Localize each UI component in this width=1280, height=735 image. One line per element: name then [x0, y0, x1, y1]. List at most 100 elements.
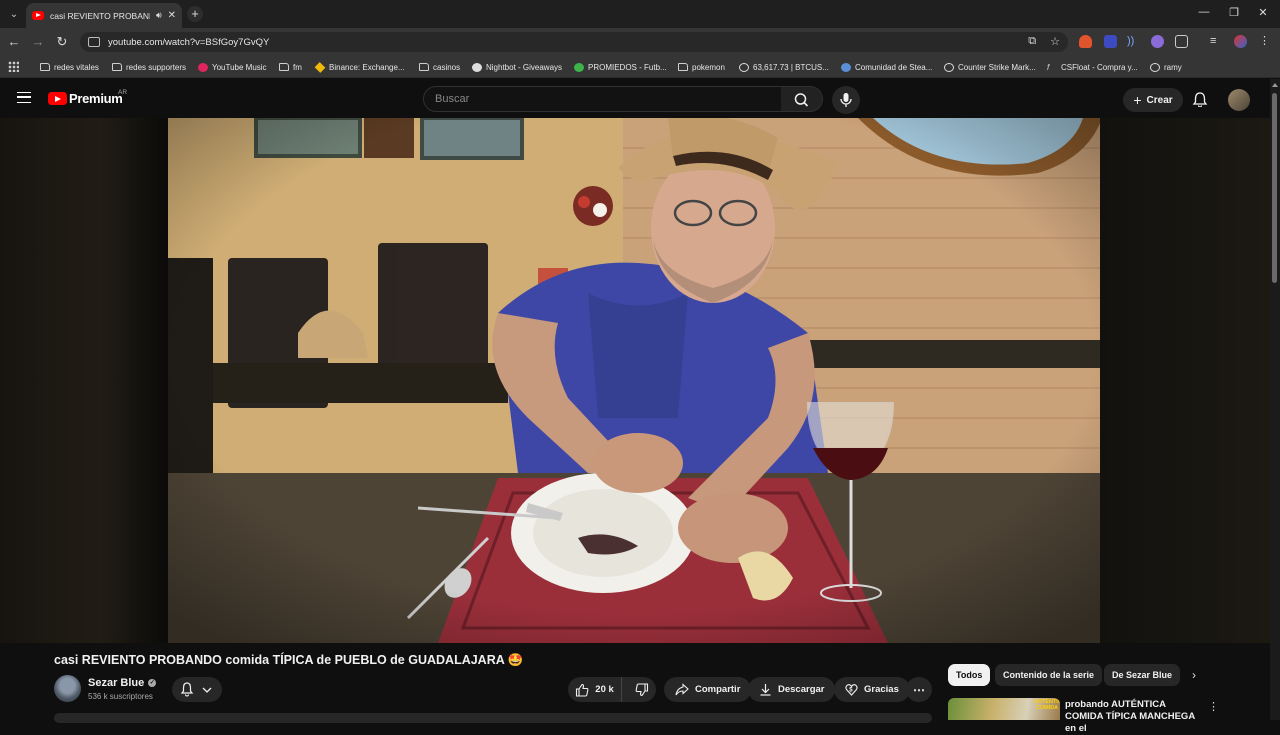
recommendation-menu-icon[interactable]: ⋮ — [1208, 700, 1219, 713]
search-button[interactable] — [781, 86, 823, 112]
bookmark-counter-strike[interactable]: Counter Strike Mark... — [944, 60, 1036, 74]
bookmark-label: YouTube Music — [212, 62, 267, 72]
forward-icon[interactable]: → — [30, 34, 46, 50]
omnibox[interactable]: youtube.com/watch?v=BSfGoy7GvQY ⧉ ☆ — [80, 32, 1068, 52]
dislike-button[interactable] — [628, 677, 656, 702]
folder-icon — [419, 63, 429, 71]
bookmark-fm[interactable]: fm — [279, 60, 302, 74]
globe-icon — [1150, 62, 1160, 72]
more-actions-button[interactable]: ⋯ — [906, 677, 932, 702]
maximize-icon[interactable]: ❐ — [1226, 6, 1242, 19]
channel-name-row[interactable]: Sezar Blue ✓ — [88, 677, 157, 689]
bookmark-redes-supporters[interactable]: redes supporters — [112, 60, 186, 74]
bookmark-star-icon[interactable]: ☆ — [1050, 35, 1060, 48]
browser-menu-icon[interactable]: ⋮ — [1259, 35, 1272, 48]
tab-search-icon[interactable]: ⌄ — [6, 6, 22, 22]
thanks-label: Gracias — [864, 684, 899, 695]
thumbs-down-icon — [635, 682, 649, 696]
extension-wave-icon[interactable]: )) — [1127, 35, 1140, 48]
svg-text:$: $ — [849, 688, 853, 694]
bookmark-label: Comunidad de Stea... — [855, 62, 933, 72]
chevron-right-icon[interactable]: › — [1192, 668, 1196, 682]
like-button[interactable]: 20 k — [568, 677, 623, 702]
search-input[interactable]: Buscar — [423, 86, 782, 112]
video-frame-illustration — [168, 118, 1102, 643]
recommendation-thumbnail[interactable]: AUTÉNTICA COMIDA — [948, 698, 1060, 720]
scroll-up-arrow-icon[interactable] — [1272, 83, 1278, 87]
folder-icon — [279, 63, 289, 71]
close-tab-icon[interactable]: ✕ — [168, 10, 176, 21]
youtube-music-icon — [198, 62, 208, 72]
new-tab-button[interactable]: + — [187, 6, 203, 22]
voice-search-button[interactable] — [832, 86, 860, 114]
bookmarks-bar: redes vitales redes supporters YouTube M… — [0, 56, 1280, 78]
bookmark-nightbot[interactable]: Nightbot - Giveaways — [472, 60, 562, 74]
scrollbar-thumb[interactable] — [1272, 93, 1277, 283]
folder-icon — [112, 63, 122, 71]
share-icon — [675, 683, 689, 696]
speaker-icon[interactable]: 🔊︎ — [156, 10, 162, 21]
chip-all[interactable]: Todos — [948, 664, 991, 686]
folder-icon — [678, 63, 688, 71]
search-icon — [794, 93, 809, 107]
download-button[interactable]: Descargar — [748, 677, 836, 702]
youtube-favicon-icon — [32, 11, 44, 20]
minimize-icon[interactable]: — — [1196, 6, 1212, 18]
channel-avatar[interactable] — [54, 675, 81, 702]
bookmark-youtube-music[interactable]: YouTube Music — [198, 60, 267, 74]
apps-grid-icon[interactable] — [8, 61, 19, 72]
site-info-icon[interactable] — [88, 37, 100, 47]
notifications-bell-icon[interactable] — [1192, 91, 1208, 107]
binance-icon — [314, 61, 326, 73]
chip-series-content[interactable]: Contenido de la serie — [995, 664, 1103, 686]
bookmark-steam[interactable]: Comunidad de Stea... — [841, 60, 932, 74]
bookmark-ramy[interactable]: ramy — [1150, 60, 1182, 74]
back-icon[interactable]: ← — [6, 34, 22, 50]
bookmark-pokemon[interactable]: pokemon — [678, 60, 725, 74]
close-window-icon[interactable]: ✕ — [1255, 6, 1271, 19]
bookmark-redes-vitales[interactable]: redes vitales — [40, 60, 99, 74]
bookmark-csfloat[interactable]: f CSFloat - Compra y... — [1047, 60, 1138, 74]
account-avatar[interactable] — [1228, 89, 1250, 111]
thanks-button[interactable]: $ Gracias — [834, 677, 910, 702]
reload-icon[interactable]: ↻ — [54, 34, 70, 50]
premium-wordmark[interactable]: Premium — [69, 91, 123, 106]
url-text[interactable]: youtube.com/watch?v=BSfGoy7GvQY — [108, 37, 269, 48]
browser-tab-active[interactable]: casi REVIENTO PROBANDO 🔊︎ ✕ — [26, 3, 182, 28]
bookmark-label: 63,617.73 | BTCUS... — [753, 62, 829, 72]
nightbot-icon — [472, 62, 482, 72]
subscriber-count: 536 k suscriptores — [88, 692, 153, 701]
extension-purple-icon[interactable] — [1151, 35, 1164, 48]
bookmark-promiedos[interactable]: PROMIEDOS - Futb... — [574, 60, 667, 74]
tradingview-icon — [739, 62, 749, 72]
thumbnail-text: AUTÉNTICA COMIDA — [1034, 699, 1060, 711]
like-count: 20 k — [595, 684, 614, 695]
more-horizontal-icon: ⋯ — [913, 682, 925, 697]
install-app-icon[interactable]: ⧉ — [1028, 35, 1036, 48]
bookmark-btcusd[interactable]: 63,617.73 | BTCUS... — [739, 60, 829, 74]
tab-title: casi REVIENTO PROBANDO — [50, 10, 150, 21]
folder-icon — [40, 63, 50, 71]
bookmark-binance[interactable]: Binance: Exchange... — [314, 60, 405, 74]
create-button[interactable]: + Crear — [1123, 88, 1183, 112]
video-player[interactable] — [168, 118, 1102, 643]
chip-from-channel[interactable]: De Sezar Blue — [1104, 664, 1181, 686]
youtube-logo-icon[interactable] — [48, 92, 67, 105]
page-scrollbar[interactable] — [1270, 79, 1280, 720]
bookmark-label: Nightbot - Giveaways — [486, 62, 563, 72]
bookmark-casinos[interactable]: casinos — [419, 60, 460, 74]
guide-menu-icon[interactable] — [17, 92, 31, 103]
recommendation-title[interactable]: probando AUTÉNTICA COMIDA TÍPICA MANCHEG… — [1065, 699, 1205, 735]
subscription-notifications-button[interactable] — [172, 677, 222, 702]
extension-fox-icon[interactable] — [1079, 35, 1092, 48]
reading-list-icon[interactable]: ≡ — [1210, 35, 1223, 48]
description-box[interactable] — [54, 713, 932, 723]
share-button[interactable]: Compartir — [664, 677, 752, 702]
download-icon — [760, 684, 771, 696]
extension-shield-icon[interactable] — [1104, 35, 1117, 48]
csmarket-icon — [944, 62, 954, 72]
extensions-puzzle-icon[interactable] — [1175, 35, 1188, 48]
profile-avatar-icon[interactable] — [1234, 35, 1247, 48]
channel-name[interactable]: Sezar Blue — [88, 677, 144, 689]
verified-check-icon: ✓ — [148, 679, 157, 687]
